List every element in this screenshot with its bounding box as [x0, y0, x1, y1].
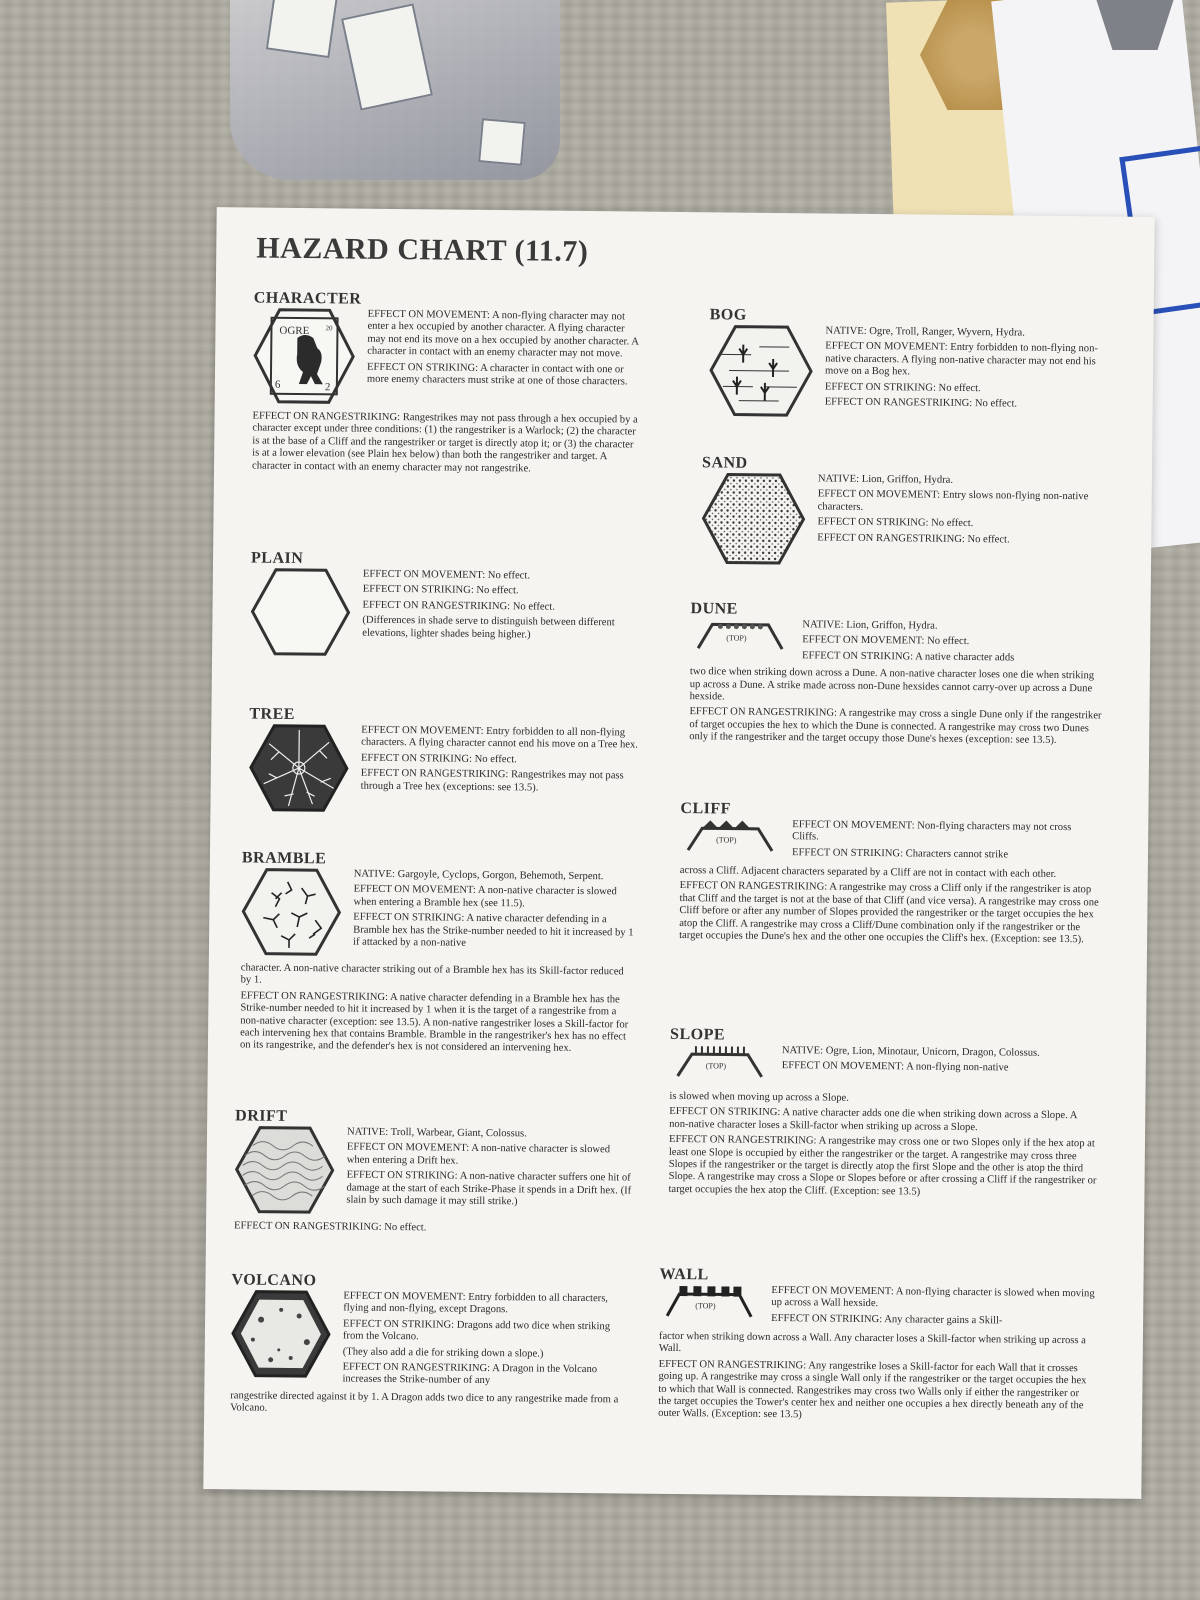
striking-text: EFFECT ON STRIKING: Dragons add two dice…: [342, 1318, 611, 1343]
section-sand: SAND NATIVE: Lion, Griffon, Hydra. EFFEC…: [701, 454, 1104, 573]
rangestriking-text: EFFECT ON RANGESTRIKING: No effect.: [362, 599, 555, 613]
rangestriking-text: EFFECT ON RANGESTRIKING: No effect.: [824, 396, 1018, 410]
movement-text: EFFECT ON MOVEMENT: A non-flying charact…: [771, 1284, 1095, 1310]
native-text: NATIVE: Lion, Griffon, Hydra.: [802, 619, 938, 632]
striking-text: EFFECT ON STRIKING: Characters cannot st…: [791, 846, 1009, 861]
movement-text: EFFECT ON MOVEMENT: A non-native charact…: [353, 884, 617, 910]
svg-text:(TOP): (TOP): [716, 835, 737, 844]
chart-title: HAZARD CHART (11.7): [256, 231, 589, 269]
rangestriking-text: EFFECT ON RANGESTRIKING: A Dragon in the…: [342, 1361, 598, 1387]
bramble-hex-icon: [241, 867, 342, 961]
striking-text: EFFECT ON STRIKING: A non-native charact…: [346, 1169, 632, 1208]
slope-hexside-icon: (TOP): [670, 1044, 770, 1090]
native-text: NATIVE: Gargoyle, Cyclops, Gorgon, Behem…: [353, 868, 604, 883]
striking-text-continued: across a Cliff. Adjacent characters sepa…: [679, 865, 1057, 880]
counter-tile: [478, 118, 526, 166]
sand-hex-icon: [701, 472, 806, 570]
movement-text-continued: is slowed when moving up across a Slope.: [669, 1090, 849, 1104]
bog-hex-icon: [709, 324, 814, 422]
tree-hex-icon: [248, 723, 349, 817]
movement-text: EFFECT ON MOVEMENT: Entry forbidden to a…: [361, 724, 638, 751]
striking-text: EFFECT ON STRIKING: No effect.: [362, 584, 519, 597]
movement-text: EFFECT ON MOVEMENT: Entry slows non-flyi…: [817, 488, 1089, 513]
rangestriking-text: EFFECT ON RANGESTRIKING: A rangestrike m…: [689, 706, 1102, 747]
section-drift: DRIFT NATIVE: Troll, Warbear, Giant, Col…: [234, 1107, 635, 1240]
section-wall: WALL (TOP) EFFECT ON MOVEMENT: A non-fly…: [658, 1266, 1096, 1428]
rangestriking-text: EFFECT ON RANGESTRIKING: A native charac…: [239, 990, 629, 1055]
section-character: CHARACTER OGRE 20 6 2 EFFECT ON MOVEMENT…: [252, 290, 644, 480]
drift-hex-icon: [234, 1125, 335, 1219]
svg-text:20: 20: [325, 324, 333, 332]
movement-text: EFFECT ON MOVEMENT: A non-native charact…: [346, 1141, 611, 1167]
striking-text: EFFECT ON STRIKING: A native character d…: [352, 911, 634, 949]
section-plain: PLAIN EFFECT ON MOVEMENT: No effect. EFF…: [250, 550, 641, 665]
section-slope: SLOPE (TOP) NATIVE: Ogre, Lion, Minotaur…: [668, 1026, 1098, 1204]
section-bog: BOG NATIVE: Ogre, Troll, Ranger, Wyvern,…: [709, 306, 1106, 425]
rangestriking-text-continued: rangestrike directed against it by 1. A …: [230, 1390, 619, 1414]
striking-text: EFFECT ON STRIKING: A native character a…: [669, 1106, 1077, 1133]
wall-hexside-icon: (TOP): [659, 1284, 759, 1330]
svg-text:6: 6: [275, 379, 281, 391]
dune-hexside-icon: (TOP): [690, 618, 790, 665]
rangestriking-text: EFFECT ON RANGESTRIKING: No effect.: [234, 1220, 427, 1234]
hazard-chart-card: HAZARD CHART (11.7) CHARACTER OGRE 20 6 …: [203, 207, 1155, 1499]
plain-hex-icon: [250, 568, 351, 662]
striking-text: EFFECT ON STRIKING: Any character gains …: [771, 1312, 1003, 1327]
striking-text: EFFECT ON STRIKING: No effect.: [824, 381, 981, 394]
striking-text-continued: factor when striking down across a Wall.…: [658, 1330, 1086, 1355]
svg-text:(TOP): (TOP): [706, 1061, 727, 1070]
striking-text: EFFECT ON STRIKING: A character in conta…: [366, 361, 628, 388]
rangestriking-text: EFFECT ON RANGESTRIKING: A rangestrike m…: [668, 1134, 1097, 1198]
striking-text-continued: character. A non-native character striki…: [240, 962, 624, 987]
movement-text: EFFECT ON MOVEMENT: No effect.: [362, 568, 531, 582]
rangestriking-text: EFFECT ON RANGESTRIKING: A rangestrike m…: [679, 880, 1099, 946]
rangestriking-text: EFFECT ON RANGESTRIKING: No effect.: [817, 532, 1010, 546]
movement-text: EFFECT ON MOVEMENT: No effect.: [802, 634, 970, 648]
section-cliff: CLIFF (TOP) EFFECT ON MOVEMENT: Non-flyi…: [679, 800, 1100, 950]
movement-text: EFFECT ON MOVEMENT: A non-flying charact…: [367, 308, 639, 360]
ogre-counter-icon: OGRE 20 6 2: [253, 308, 356, 410]
striking-text: EFFECT ON STRIKING: No effect.: [360, 752, 517, 766]
counter-tile: [265, 0, 339, 59]
rangestriking-text: EFFECT ON RANGESTRIKING: Rangestrikes ma…: [360, 767, 624, 794]
movement-text: EFFECT ON MOVEMENT: A non-flying non-nat…: [781, 1060, 1009, 1074]
native-text: NATIVE: Ogre, Troll, Ranger, Wyvern, Hyd…: [825, 325, 1025, 339]
section-bramble: BRAMBLE NATIVE: Gargoyle, Cyclops, Gorgo…: [240, 849, 638, 1059]
volcano-hex-icon: [230, 1289, 331, 1389]
movement-text: EFFECT ON MOVEMENT: Entry forbidden to a…: [343, 1290, 609, 1316]
striking-text: EFFECT ON STRIKING: A native character a…: [802, 650, 1015, 664]
striking-text-continued: two dice when striking down across a Dun…: [689, 666, 1095, 703]
svg-text:(TOP): (TOP): [695, 1301, 716, 1310]
native-text: NATIVE: Troll, Warbear, Giant, Colossus.: [347, 1126, 527, 1140]
movement-text: EFFECT ON MOVEMENT: Non-flying character…: [792, 819, 1072, 843]
native-text: NATIVE: Ogre, Lion, Minotaur, Unicorn, D…: [781, 1045, 1040, 1059]
native-text: NATIVE: Lion, Griffon, Hydra.: [817, 473, 954, 486]
movement-text: EFFECT ON MOVEMENT: Entry forbidden to n…: [824, 340, 1098, 378]
svg-text:2: 2: [325, 381, 331, 393]
section-tree: TREE EFFECT ON MOVEMENT: Entry forbidden…: [248, 705, 639, 820]
section-volcano: VOLCANO EFFECT ON MOVEMENT: Entry forbid…: [230, 1271, 632, 1422]
section-dune: DUNE (TOP) NATIVE: Lion, Griffon, Hydra.…: [689, 600, 1103, 751]
svg-text:(TOP): (TOP): [726, 633, 747, 642]
rangestriking-text: EFFECT ON RANGESTRIKING: Rangestrikes ma…: [251, 410, 638, 475]
note-text: (They also add a die for striking down a…: [342, 1346, 544, 1360]
cliff-hexside-icon: (TOP): [680, 818, 780, 864]
rangestriking-text: EFFECT ON RANGESTRIKING: Any rangestrike…: [658, 1358, 1087, 1421]
striking-text: EFFECT ON STRIKING: No effect.: [817, 516, 974, 530]
note-text: (Differences in shade serve to distingui…: [362, 614, 615, 641]
